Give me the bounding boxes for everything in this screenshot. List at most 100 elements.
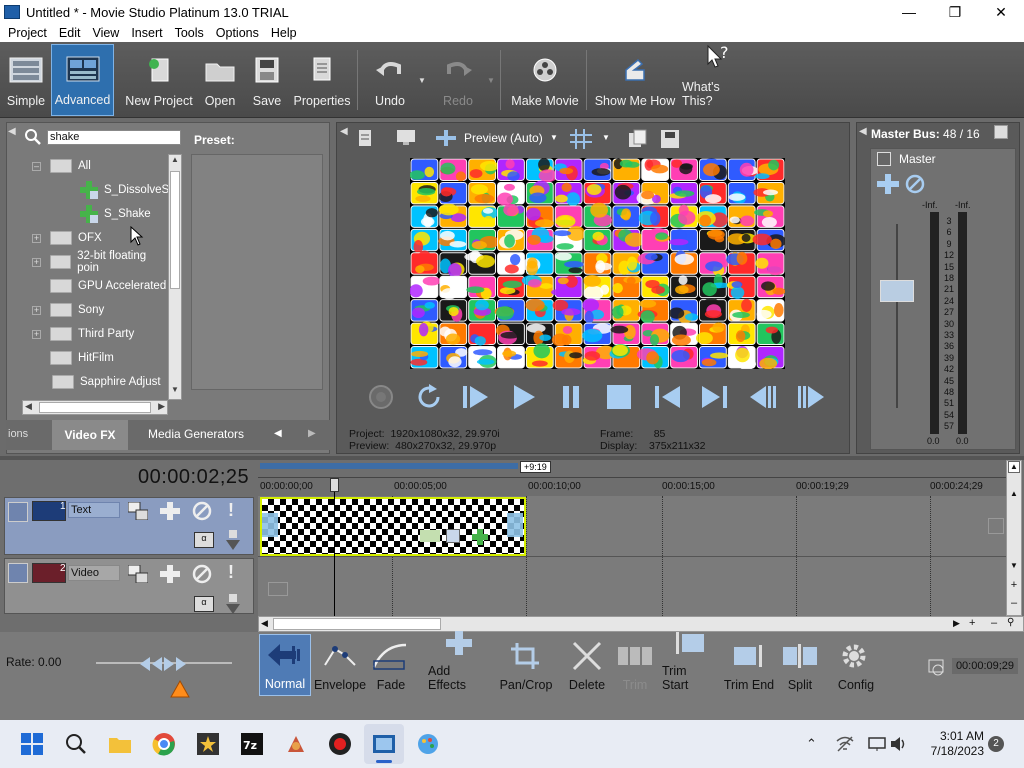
normal-edit-tool-button[interactable]: Normal (259, 634, 311, 696)
track-mute-icon[interactable] (192, 564, 212, 587)
play-from-start-icon[interactable] (458, 380, 492, 414)
track-name-input[interactable]: Text (68, 502, 120, 518)
loop-region-bar[interactable] (260, 463, 518, 469)
properties-button[interactable]: Properties (292, 44, 352, 116)
go-to-start-icon[interactable] (650, 380, 684, 414)
start-icon[interactable] (20, 732, 44, 756)
track-parent-icon[interactable] (226, 594, 240, 617)
compositing-mode-icon[interactable]: α (194, 532, 214, 548)
track-motion-icon[interactable] (127, 501, 149, 523)
new-project-button[interactable]: New Project (124, 44, 194, 116)
expand-icon[interactable]: + (32, 257, 41, 267)
timeline-vertical-scrollbar[interactable]: ▲ ▲ ▼ + – (1006, 460, 1022, 616)
clip-fade-in-handle[interactable] (262, 513, 278, 537)
volume-icon[interactable] (890, 736, 908, 755)
preview-quality-dropdown-icon[interactable]: ▼ (550, 133, 558, 142)
track-mute-icon[interactable] (192, 501, 212, 524)
collapse-icon[interactable]: – (32, 161, 41, 171)
pan-crop-button[interactable]: Pan/Crop (498, 634, 554, 696)
preview-properties-icon[interactable] (357, 129, 375, 150)
7zip-icon[interactable]: 7z (240, 732, 264, 756)
undo-dropdown-icon[interactable]: ▼ (418, 76, 426, 85)
minimize-button[interactable]: — (886, 0, 932, 24)
paint-app-icon[interactable] (416, 732, 440, 756)
playhead-handle[interactable] (330, 478, 339, 492)
previous-frame-icon[interactable] (746, 380, 780, 414)
favorites-app-icon[interactable] (196, 732, 220, 756)
expand-icon[interactable]: + (32, 305, 41, 315)
simple-mode-button[interactable]: Simple (4, 44, 48, 116)
track-solo-icon[interactable]: ! (228, 500, 234, 521)
movie-studio-icon[interactable] (372, 732, 396, 756)
track-fx-icon[interactable] (160, 502, 180, 523)
envelope-tool-button[interactable]: Envelope (314, 634, 366, 696)
track-solo-icon[interactable]: ! (228, 562, 234, 583)
pause-icon[interactable] (554, 380, 588, 414)
external-monitor-icon[interactable] (396, 129, 416, 150)
expand-icon[interactable]: + (32, 329, 41, 339)
advanced-mode-button[interactable]: Advanced (51, 44, 114, 116)
go-to-end-icon[interactable] (698, 380, 732, 414)
menu-options[interactable]: Options (210, 26, 265, 40)
master-mute-toggle-icon[interactable] (877, 152, 891, 166)
track-name-input[interactable]: Video (68, 565, 120, 581)
record-app-icon[interactable] (328, 732, 352, 756)
close-button[interactable]: ✕ (978, 0, 1024, 24)
tree-item-sony[interactable]: + Sony (32, 298, 104, 322)
network-off-icon[interactable] (836, 736, 854, 755)
master-collapse-icon[interactable]: ◀ (859, 126, 867, 137)
tree-vertical-scrollbar[interactable]: ▲ ▼ (168, 154, 182, 400)
config-button[interactable]: Config (834, 634, 878, 696)
next-frame-icon[interactable] (794, 380, 828, 414)
trim-button[interactable]: Trim (614, 634, 656, 696)
clip-event-fx-icon[interactable] (472, 529, 488, 548)
fx-search-input[interactable]: shake (47, 130, 181, 145)
save-snapshot-icon[interactable] (660, 129, 680, 152)
delete-button[interactable]: Delete (566, 634, 608, 696)
master-fx-icon[interactable] (877, 174, 899, 197)
loop-playback-icon[interactable] (412, 380, 446, 414)
tree-item-s-dissolvesh[interactable]: S_DissolveSh (80, 178, 168, 202)
tray-overflow-icon[interactable]: ⌃ (806, 736, 817, 752)
tree-item-sapphire-adjust[interactable]: Sapphire Adjust (52, 370, 161, 394)
split-button[interactable]: Split (780, 634, 820, 696)
stop-icon[interactable] (602, 380, 636, 414)
track-expand-icon[interactable] (8, 502, 28, 522)
compositing-mode-icon[interactable]: α (194, 596, 214, 612)
copy-snapshot-icon[interactable] (628, 129, 648, 152)
track-parent-icon[interactable] (226, 530, 240, 553)
menu-project[interactable]: Project (2, 26, 53, 40)
menu-help[interactable]: Help (265, 26, 303, 40)
search-icon[interactable] (64, 732, 88, 756)
menu-insert[interactable]: Insert (125, 26, 168, 40)
trim-start-button[interactable]: Trim Start (662, 632, 716, 696)
menu-view[interactable]: View (86, 26, 125, 40)
split-screen-icon[interactable] (436, 130, 456, 149)
notification-badge[interactable]: 2 (988, 736, 1004, 752)
app-icon[interactable] (284, 732, 308, 756)
overlays-dropdown-icon[interactable]: ▼ (602, 133, 610, 142)
expand-icon[interactable]: + (32, 233, 41, 243)
tab-media-generators[interactable]: Media Generators (148, 427, 244, 441)
preview-collapse-icon[interactable]: ◀ (340, 126, 348, 137)
make-movie-button[interactable]: Make Movie (508, 44, 582, 116)
tab-scroll-left-icon[interactable]: ◀ (274, 428, 282, 439)
timeline-horizontal-scrollbar[interactable]: ◀ ▶ + – ⚲ (258, 616, 1024, 632)
chrome-icon[interactable] (152, 732, 176, 756)
play-icon[interactable] (506, 380, 540, 414)
rate-shuttle-icon[interactable] (140, 655, 186, 676)
preset-list[interactable] (191, 154, 323, 390)
master-bus-properties-icon[interactable] (994, 125, 1008, 139)
tree-item-s-shake[interactable]: S_Shake (80, 202, 151, 226)
tab-transitions[interactable]: ions (8, 428, 28, 440)
tree-item-all[interactable]: – All (32, 154, 91, 178)
tree-item-ofx[interactable]: + OFX (32, 226, 102, 250)
display-icon[interactable] (868, 736, 886, 755)
show-me-how-button[interactable]: Show Me How (594, 44, 676, 116)
clip-fade-out-handle[interactable] (507, 513, 523, 537)
preview-quality-select[interactable]: Preview (Auto) (464, 131, 543, 145)
master-bypass-icon[interactable] (905, 174, 925, 197)
redo-button[interactable]: Redo (436, 44, 480, 116)
trim-end-button[interactable]: Trim End (722, 634, 776, 696)
rate-pointer-icon[interactable] (170, 679, 190, 701)
